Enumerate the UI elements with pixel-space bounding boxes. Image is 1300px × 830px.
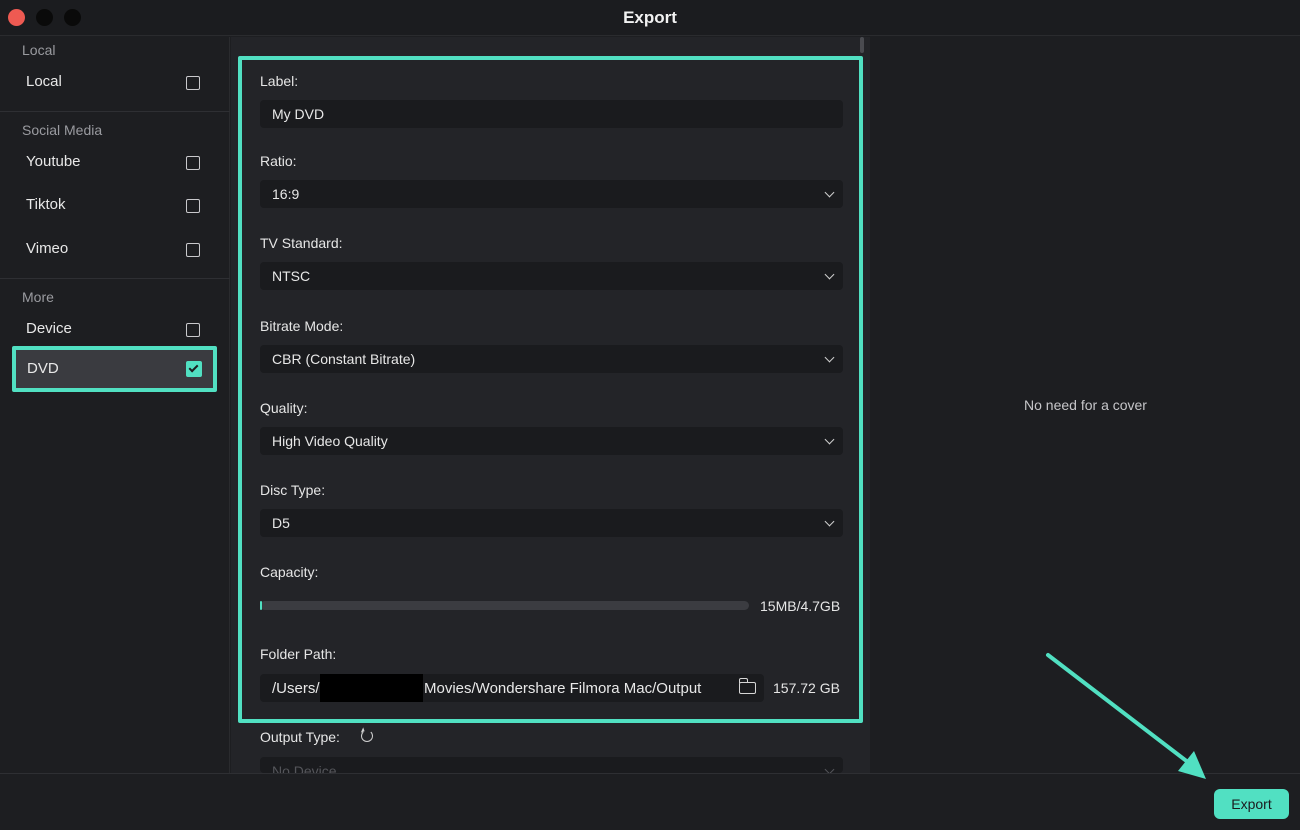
refresh-icon[interactable] (361, 730, 373, 742)
tiktok-checkbox[interactable] (186, 199, 200, 213)
output-type-value: No Device (272, 763, 337, 773)
export-button[interactable]: Export (1214, 789, 1289, 819)
cover-panel: No need for a cover (871, 37, 1300, 773)
checkmark-icon (188, 362, 199, 373)
window-title: Export (623, 8, 677, 27)
sidebar-item-tiktok[interactable]: Tiktok (12, 184, 217, 228)
sidebar-item-local[interactable]: Local (12, 61, 217, 105)
sidebar-item-label: Youtube (26, 153, 81, 170)
sidebar-item-label: Device (26, 320, 72, 337)
dvd-settings-panel: Label: My DVD Ratio: 16:9 TV Standard: N… (231, 37, 870, 773)
sidebar-item-label: Tiktok (26, 196, 66, 213)
divider (0, 278, 230, 279)
sidebar-item-label: DVD (27, 360, 59, 377)
local-checkbox[interactable] (186, 76, 200, 90)
output-type-select[interactable]: No Device (260, 757, 843, 773)
scrollbar[interactable] (860, 37, 864, 53)
cover-message: No need for a cover (1024, 397, 1147, 413)
footer-bar (0, 773, 1300, 830)
sidebar-item-dvd[interactable]: DVD (12, 346, 217, 392)
group-title-more: More (22, 289, 54, 305)
sidebar-item-label: Vimeo (26, 240, 69, 257)
divider (0, 111, 230, 112)
sidebar-item-vimeo[interactable]: Vimeo (12, 228, 217, 272)
youtube-checkbox[interactable] (186, 156, 200, 170)
chevron-down-icon (824, 764, 835, 773)
sidebar-item-youtube[interactable]: Youtube (12, 141, 217, 185)
sidebar-item-label: Local (26, 73, 62, 90)
output-type-title: Output Type: (260, 729, 340, 745)
export-target-sidebar: Local Local Social Media Youtube Tiktok … (0, 37, 230, 773)
group-title-local: Local (22, 42, 56, 58)
title-bar: Export (0, 0, 1300, 36)
vimeo-checkbox[interactable] (186, 243, 200, 257)
dvd-checkbox[interactable] (186, 361, 202, 377)
group-title-social-media: Social Media (22, 122, 103, 138)
settings-highlight-box (238, 56, 863, 723)
device-checkbox[interactable] (186, 323, 200, 337)
